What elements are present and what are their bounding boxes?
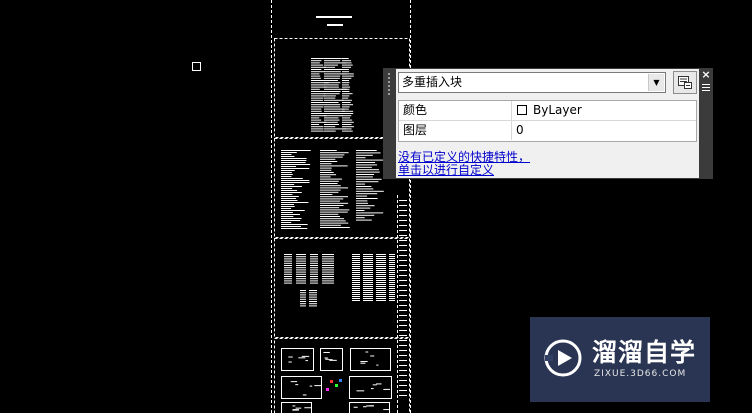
property-name: 图层 <box>399 121 512 140</box>
chevron-down-icon[interactable]: ▼ <box>648 74 664 91</box>
object-type-value: 多重插入块 <box>402 75 463 89</box>
property-row-layer[interactable]: 图层 0 <box>399 121 696 141</box>
property-value-color[interactable]: ByLayer <box>512 101 700 120</box>
palette-side-bar: × <box>699 68 713 179</box>
watermark: 溜溜自学 ZIXUE.3D66.COM <box>530 317 710 402</box>
customize-quick-properties-icon <box>678 76 692 89</box>
property-value-layer[interactable]: 0 <box>512 121 700 140</box>
play-logo-icon <box>544 339 582 377</box>
customize-button[interactable] <box>673 71 697 94</box>
palette-body: 多重插入块 ▼ 颜色 ByLayer 图层 0 没有已定义的快捷特性， 单击以进… <box>396 69 699 178</box>
property-row-color[interactable]: 颜色 ByLayer <box>399 101 696 121</box>
watermark-url: ZIXUE.3D66.COM <box>594 369 687 379</box>
color-swatch-icon <box>517 105 527 115</box>
property-grid: 颜色 ByLayer 图层 0 <box>398 100 697 142</box>
pickbox-cursor <box>192 62 201 71</box>
palette-grip[interactable] <box>383 68 396 179</box>
quick-properties-palette[interactable]: 多重插入块 ▼ 颜色 ByLayer 图层 0 没有已定义的快捷特性， 单击以进… <box>383 68 713 179</box>
palette-menu-icon[interactable] <box>702 84 710 92</box>
customize-link-line2[interactable]: 单击以进行自定义 <box>398 164 494 177</box>
object-type-dropdown[interactable]: 多重插入块 ▼ <box>398 72 666 93</box>
close-icon[interactable]: × <box>701 69 711 80</box>
watermark-brand: 溜溜自学 <box>592 338 697 367</box>
property-name: 颜色 <box>399 101 512 120</box>
property-value: ByLayer <box>533 103 582 117</box>
